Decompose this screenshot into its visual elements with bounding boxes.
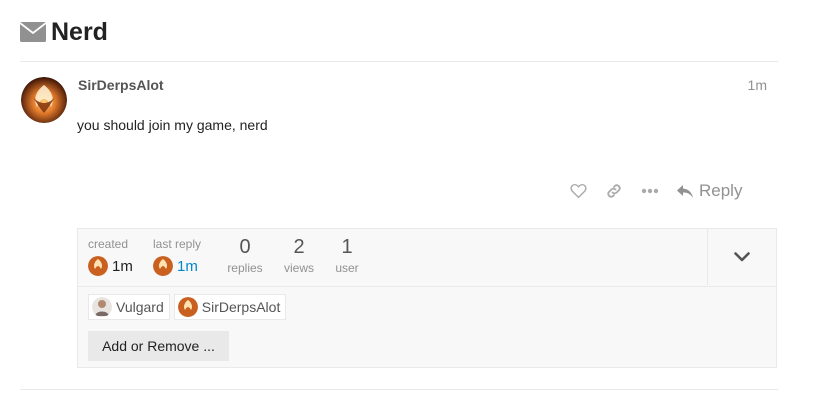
last-reply-value-row[interactable]: 1m xyxy=(153,256,201,276)
post-username[interactable]: SirDerpsAlot xyxy=(78,77,164,93)
post-avatar[interactable] xyxy=(21,77,67,123)
envelope-icon xyxy=(20,22,46,42)
created-value: 1m xyxy=(112,257,133,275)
participant-chip-sirderpsalot[interactable]: SirDerpsAlot xyxy=(173,294,287,320)
expand-topic-map-button[interactable] xyxy=(707,229,776,285)
participant-avatar xyxy=(92,297,112,317)
share-link-button[interactable] xyxy=(596,178,632,204)
chevron-down-icon xyxy=(734,252,750,262)
stat-users-count: 1 xyxy=(341,236,353,258)
stat-users: 1 user xyxy=(330,235,364,275)
bottom-divider xyxy=(20,389,778,390)
participant-name: Vulgard xyxy=(116,299,164,315)
post-date[interactable]: 1m xyxy=(748,77,767,93)
created-avatar[interactable] xyxy=(88,256,108,276)
last-reply-info: last reply 1m xyxy=(153,237,201,276)
participant-name: SirDerpsAlot xyxy=(201,299,281,315)
stat-views-label: views xyxy=(283,261,314,275)
topic-title-row: Nerd xyxy=(20,16,108,48)
created-value-row: 1m xyxy=(88,256,133,276)
more-actions-button[interactable] xyxy=(632,178,668,204)
last-reply-avatar[interactable] xyxy=(153,256,173,276)
stat-replies-count: 0 xyxy=(239,236,251,258)
phoenix-avatar-icon xyxy=(21,77,67,123)
vulgard-avatar-icon xyxy=(92,297,112,317)
topic-map: created 1m last reply 1m 0 replies 2 vie… xyxy=(77,228,777,368)
add-or-remove-button[interactable]: Add or Remove ... xyxy=(88,331,229,361)
stat-users-label: user xyxy=(335,261,359,275)
participant-chip-vulgard[interactable]: Vulgard xyxy=(88,294,170,320)
created-info: created 1m xyxy=(88,237,133,276)
reply-label: Reply xyxy=(699,181,743,200)
last-reply-value[interactable]: 1m xyxy=(177,258,198,275)
stat-views-count: 2 xyxy=(293,236,305,258)
post-body: you should join my game, nerd xyxy=(77,117,268,133)
topic-title: Nerd xyxy=(51,18,108,46)
stat-replies-label: replies xyxy=(227,261,263,275)
phoenix-avatar-icon xyxy=(88,256,108,276)
link-icon xyxy=(607,184,621,198)
stat-replies: 0 replies xyxy=(226,235,264,275)
phoenix-avatar-icon xyxy=(153,256,173,276)
stat-views: 2 views xyxy=(280,235,318,275)
participant-list: Vulgard SirDerpsAlot xyxy=(88,294,290,320)
phoenix-avatar-icon xyxy=(177,297,198,317)
reply-button[interactable]: Reply xyxy=(676,181,742,201)
like-button[interactable] xyxy=(560,178,596,204)
participant-avatar xyxy=(177,297,198,317)
title-divider xyxy=(20,61,778,62)
topic-map-summary: created 1m last reply 1m 0 replies 2 vie… xyxy=(78,229,776,287)
reply-arrow-icon xyxy=(677,184,693,198)
created-label: created xyxy=(88,237,129,251)
ellipsis-icon xyxy=(641,188,659,194)
last-reply-label: last reply xyxy=(153,237,202,251)
heart-icon xyxy=(569,183,587,199)
post-actions: Reply xyxy=(560,178,742,204)
